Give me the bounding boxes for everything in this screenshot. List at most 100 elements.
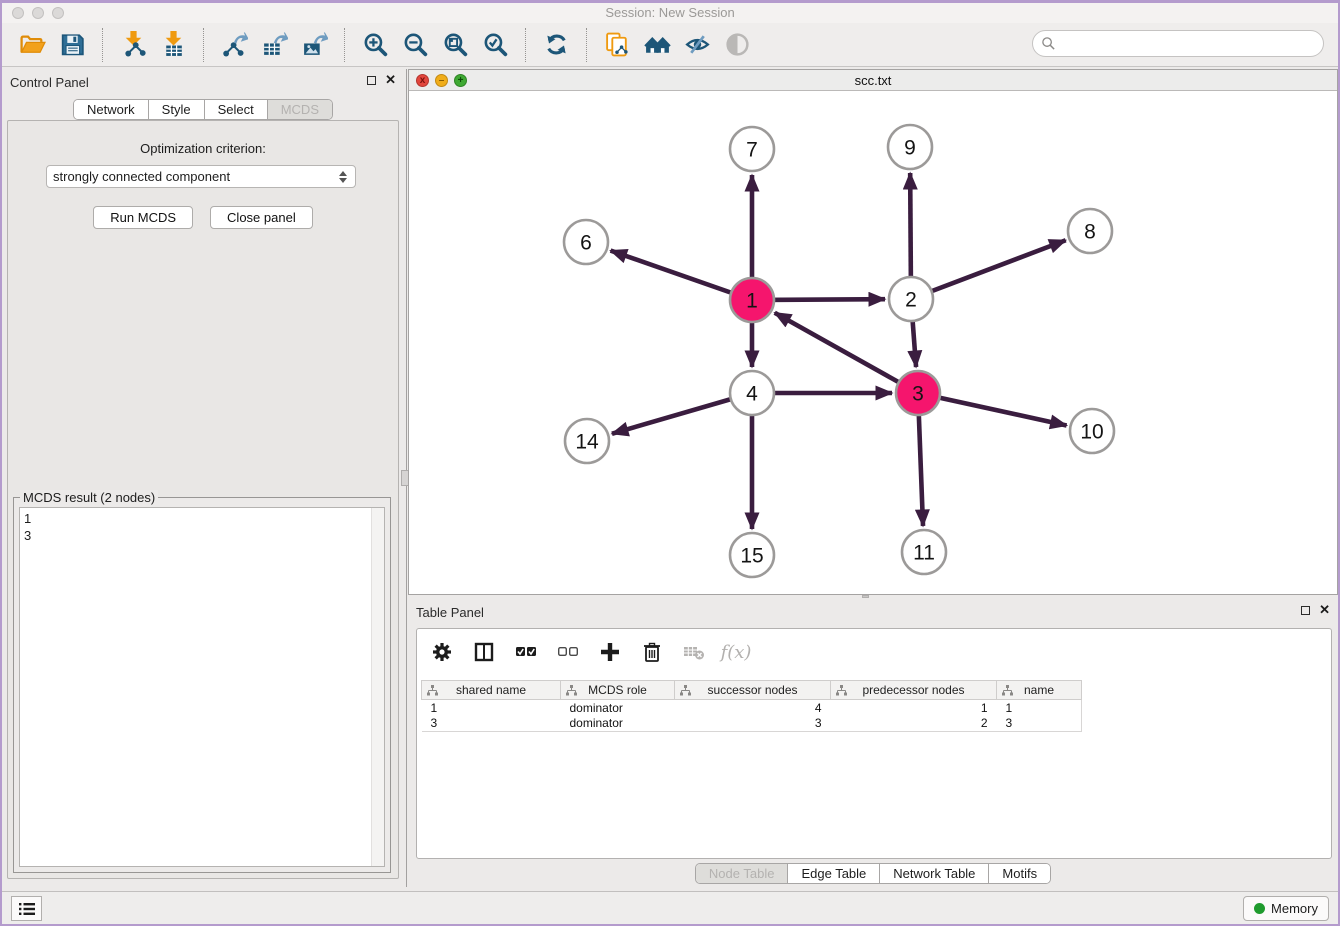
tab-node-table[interactable]: Node Table xyxy=(696,864,788,883)
column-header-shared-name[interactable]: shared name xyxy=(422,681,561,700)
tab-motifs[interactable]: Motifs xyxy=(988,864,1050,883)
table-cell[interactable]: 1 xyxy=(997,700,1082,716)
table-cell[interactable]: dominator xyxy=(561,716,675,732)
app-window: Session: New Session Control Panel ✕ Net… xyxy=(0,0,1340,926)
close-table-panel-icon[interactable]: ✕ xyxy=(1319,605,1330,615)
toolbar-separator xyxy=(586,28,587,62)
add-column-icon[interactable] xyxy=(597,639,623,665)
column-header-predecessor-nodes[interactable]: predecessor nodes xyxy=(831,681,997,700)
delete-table-icon xyxy=(681,639,707,665)
network-window-titlebar[interactable]: x – + scc.txt xyxy=(409,70,1337,91)
list-menu-icon xyxy=(18,902,36,916)
tab-style[interactable]: Style xyxy=(148,100,204,119)
network-view-window: x – + scc.txt 7 9 6 8 1 2 4 3 14 10 15 11 xyxy=(408,69,1338,595)
svg-text:15: 15 xyxy=(740,545,763,568)
delete-column-icon[interactable] xyxy=(639,639,665,665)
save-session-icon[interactable] xyxy=(55,28,89,62)
svg-text:7: 7 xyxy=(746,139,758,162)
column-header-successor-nodes[interactable]: successor nodes xyxy=(675,681,831,700)
search-icon xyxy=(1041,36,1056,51)
import-network-icon[interactable] xyxy=(116,28,150,62)
optimization-criterion-label: Optimization criterion: xyxy=(8,141,398,156)
float-table-panel-icon[interactable] xyxy=(1301,606,1310,615)
export-table-icon[interactable] xyxy=(257,28,291,62)
table-row[interactable]: 1dominator411 xyxy=(422,700,1082,716)
titlebar: Session: New Session xyxy=(2,3,1338,23)
tab-mcds[interactable]: MCDS xyxy=(267,100,332,119)
svg-text:2: 2 xyxy=(905,289,917,312)
table-cell[interactable]: 3 xyxy=(675,716,831,732)
graph-edge-3-1[interactable] xyxy=(775,313,918,393)
toolbar-separator xyxy=(344,28,345,62)
zoom-selected-icon[interactable] xyxy=(478,28,512,62)
open-file-icon[interactable] xyxy=(15,28,49,62)
table-cell[interactable]: 3 xyxy=(422,716,561,732)
close-panel-icon[interactable]: ✕ xyxy=(385,75,396,85)
show-panels-icon xyxy=(720,28,754,62)
graph-edge-2-8[interactable] xyxy=(911,240,1066,299)
control-panel-title: Control Panel xyxy=(10,75,89,90)
run-mcds-button[interactable]: Run MCDS xyxy=(93,206,193,229)
hide-all-columns-icon[interactable] xyxy=(555,639,581,665)
search-input[interactable] xyxy=(1060,34,1323,54)
criterion-select[interactable]: strongly connected component xyxy=(46,165,356,188)
toolbar-separator xyxy=(203,28,204,62)
graph-node-3[interactable]: 3 xyxy=(896,371,940,415)
hide-panels-icon[interactable] xyxy=(680,28,714,62)
criterion-value: strongly connected component xyxy=(53,169,339,184)
graph-node-1[interactable]: 1 xyxy=(730,278,774,322)
panel-menu-button[interactable] xyxy=(11,896,42,921)
horizontal-splitter-handle[interactable] xyxy=(862,595,869,598)
export-network-icon[interactable] xyxy=(217,28,251,62)
tab-select[interactable]: Select xyxy=(204,100,267,119)
table-cell[interactable]: 1 xyxy=(422,700,561,716)
table-cell[interactable]: 4 xyxy=(675,700,831,716)
result-scrollbar[interactable] xyxy=(371,508,384,866)
gear-icon[interactable] xyxy=(429,639,455,665)
mcds-result-area[interactable]: 1 3 xyxy=(19,507,385,867)
graph-node-4[interactable]: 4 xyxy=(730,371,774,415)
refresh-icon[interactable] xyxy=(539,28,573,62)
table-cell[interactable]: 3 xyxy=(997,716,1082,732)
graph-node-11[interactable]: 11 xyxy=(902,530,946,574)
table-row[interactable]: 3dominator323 xyxy=(422,716,1082,732)
node-table: shared nameMCDS rolesuccessor nodesprede… xyxy=(421,680,1082,732)
tab-network-table[interactable]: Network Table xyxy=(879,864,988,883)
graph-node-14[interactable]: 14 xyxy=(565,419,609,463)
memory-button[interactable]: Memory xyxy=(1243,896,1329,921)
table-cell[interactable]: dominator xyxy=(561,700,675,716)
column-header-name[interactable]: name xyxy=(997,681,1082,700)
graph-node-10[interactable]: 10 xyxy=(1070,409,1114,453)
close-panel-button[interactable]: Close panel xyxy=(210,206,313,229)
table-cell[interactable]: 1 xyxy=(831,700,997,716)
svg-text:4: 4 xyxy=(746,383,758,406)
select-stepper-icon xyxy=(339,171,347,183)
graph-node-6[interactable]: 6 xyxy=(564,220,608,264)
table-toolbar: f(x) xyxy=(429,639,749,665)
graph-node-9[interactable]: 9 xyxy=(888,125,932,169)
graph-node-15[interactable]: 15 xyxy=(730,533,774,577)
network-canvas[interactable]: 7 9 6 8 1 2 4 3 14 10 15 11 xyxy=(409,91,1337,594)
table-cell[interactable]: 2 xyxy=(831,716,997,732)
float-panel-icon[interactable] xyxy=(367,76,376,85)
zoom-in-icon[interactable] xyxy=(358,28,392,62)
tab-edge-table[interactable]: Edge Table xyxy=(787,864,879,883)
network-window-title: scc.txt xyxy=(409,73,1337,88)
main-toolbar xyxy=(2,23,1338,67)
show-all-columns-icon[interactable] xyxy=(513,639,539,665)
network-from-selection-icon[interactable] xyxy=(600,28,634,62)
export-image-icon[interactable] xyxy=(297,28,331,62)
toolbar-separator xyxy=(525,28,526,62)
split-panel-icon[interactable] xyxy=(471,639,497,665)
column-header-MCDS-role[interactable]: MCDS role xyxy=(561,681,675,700)
home-icon[interactable] xyxy=(640,28,674,62)
zoom-out-icon[interactable] xyxy=(398,28,432,62)
import-table-icon[interactable] xyxy=(156,28,190,62)
graph-node-2[interactable]: 2 xyxy=(889,277,933,321)
graph-node-7[interactable]: 7 xyxy=(730,127,774,171)
graph-node-8[interactable]: 8 xyxy=(1068,209,1112,253)
zoom-fit-icon[interactable] xyxy=(438,28,472,62)
tab-network[interactable]: Network xyxy=(74,100,148,119)
node-table-container: f(x) shared nameMCDS rolesuccessor nodes… xyxy=(416,628,1332,859)
svg-text:9: 9 xyxy=(904,137,916,160)
